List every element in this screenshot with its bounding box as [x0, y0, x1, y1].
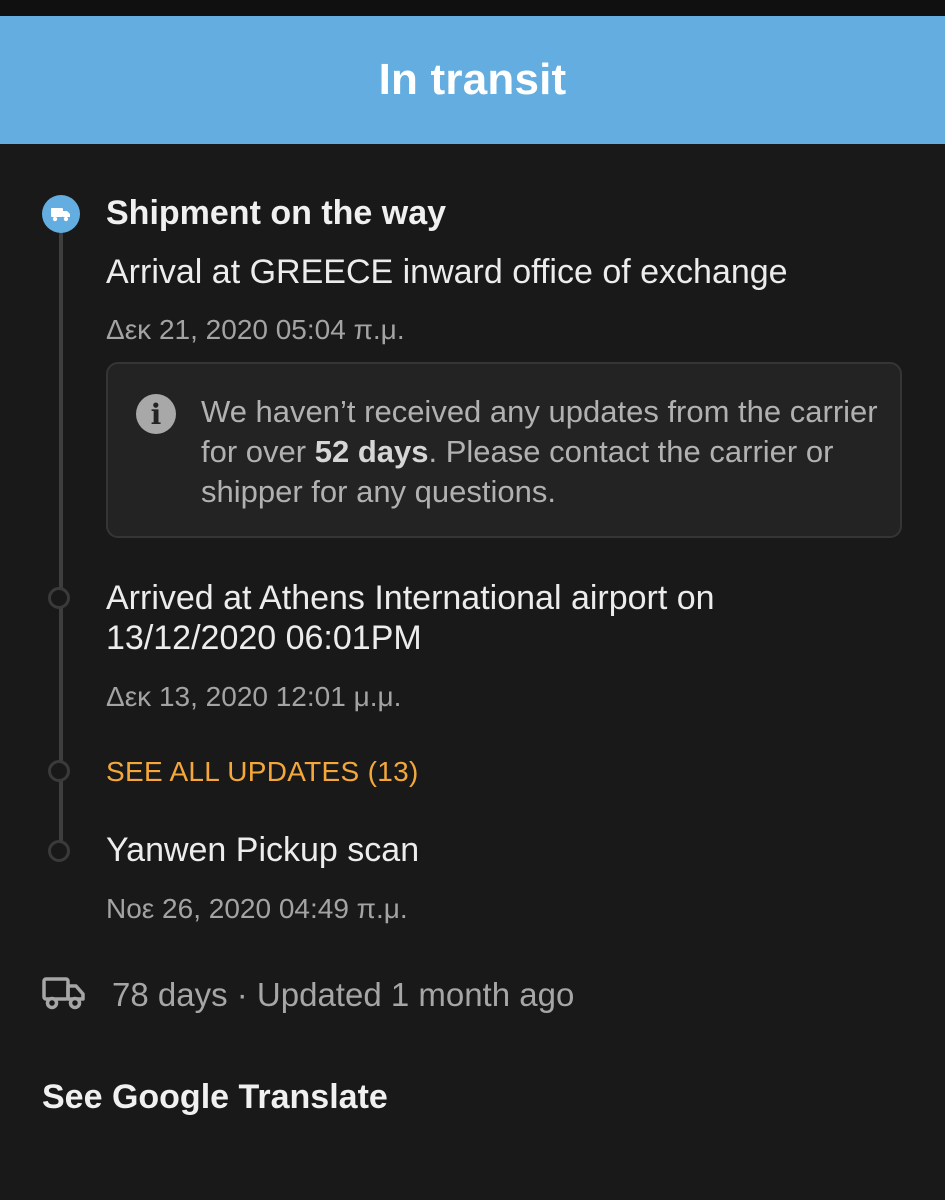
- see-google-translate-link[interactable]: See Google Translate: [42, 1078, 388, 1117]
- timeline-dot: [48, 587, 70, 609]
- see-all-updates-link[interactable]: SEE ALL UPDATES (13): [106, 756, 419, 788]
- info-icon: i: [136, 394, 176, 434]
- current-step-dot: [42, 195, 80, 233]
- truck-icon: [42, 977, 85, 1010]
- status-header: In transit: [0, 16, 945, 144]
- transit-summary: 78 days · Updated 1 month ago: [112, 976, 575, 1013]
- event-2-line-2: 13/12/2020 06:01PM: [106, 619, 422, 657]
- event-2-text: Arrived at Athens International airport …: [106, 578, 715, 658]
- notice-text: We haven’t received any updates from the…: [201, 392, 891, 512]
- event-2-line-1: Arrived at Athens International airport …: [106, 579, 715, 617]
- notice-days: 52 days: [314, 434, 429, 469]
- top-bar: [0, 0, 945, 16]
- event-1-time: Δεκ 21, 2020 05:04 π.μ.: [106, 314, 405, 345]
- timeline-line: [59, 216, 63, 852]
- event-2-time: Δεκ 13, 2020 12:01 μ.μ.: [106, 681, 402, 712]
- current-step-title: Shipment on the way: [106, 194, 447, 232]
- status-title: In transit: [378, 55, 567, 104]
- event-3-time: Νοε 26, 2020 04:49 π.μ.: [106, 893, 408, 924]
- no-updates-notice: i We haven’t received any updates from t…: [106, 362, 902, 538]
- event-1-text: Arrival at GREECE inward office of excha…: [106, 253, 788, 291]
- event-3-text: Yanwen Pickup scan: [106, 831, 420, 869]
- truck-icon: [51, 208, 70, 222]
- timeline-dot: [48, 760, 70, 782]
- timeline-dot: [48, 840, 70, 862]
